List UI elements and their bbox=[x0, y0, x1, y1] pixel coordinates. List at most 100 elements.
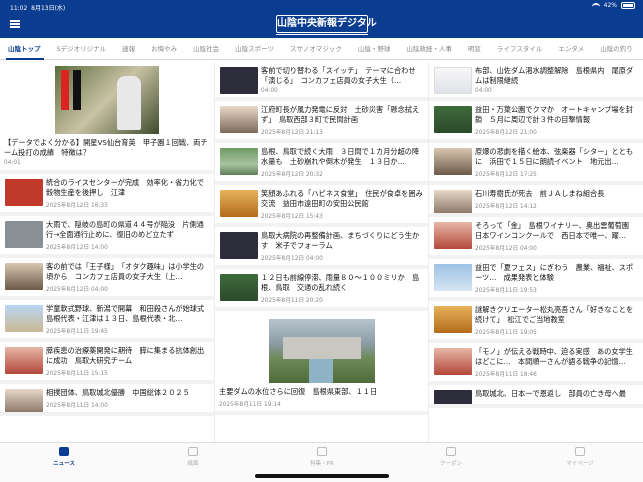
hero-date: 04:01 bbox=[4, 160, 21, 166]
article-title: 「モノ」が伝える戦時中、迫る実感 あの女学生はどこに… 本間順一さんが語る戦争の… bbox=[475, 347, 633, 366]
article-thumbnail bbox=[5, 179, 43, 206]
site-logo[interactable]: 山陰中央新報デジタル bbox=[276, 15, 377, 33]
bottom-tab[interactable]: 紙面 bbox=[163, 447, 223, 467]
category-tabs: 山陰トップ Sデジオリジナル 速報 お悔やみ 山陰社会 山陰スポーツ スサノオマジック 山陰・… bbox=[0, 38, 643, 60]
category-tab[interactable]: 山陰の釣り bbox=[592, 38, 641, 59]
bottom-tab[interactable]: 特集・PR bbox=[292, 447, 352, 467]
article-title: １２日も前線停滞、雨量８０～１００ミリか 島根、鳥取 交通の乱れ続く bbox=[261, 273, 420, 292]
article-thumbnail bbox=[434, 222, 472, 249]
article-item[interactable]: 客の前では「王子様」 「オタク趣味」は小学生の頃から コンカフェ店員の女子大生（… bbox=[0, 258, 214, 300]
article-item[interactable]: １２日も前線停滞、雨量８０～１００ミリか 島根、鳥取 交通の乱れ続く 2025年8… bbox=[215, 269, 428, 311]
bottom-tab[interactable]: ニュース bbox=[34, 447, 94, 467]
status-right: 42% bbox=[591, 2, 635, 9]
article-thumbnail bbox=[434, 390, 472, 404]
article-title: 鳥取大病院の再整備計画、まちづくりにどう生かす 米子でフォーラム bbox=[261, 231, 420, 250]
article-title: 江府町長が風力発電に反対 土砂災害「懸念拭えず」 鳥取西部３町で民間計画 bbox=[261, 105, 420, 124]
article-date: 2025年8月12日 21:13 bbox=[261, 130, 323, 136]
article-thumbnail bbox=[220, 106, 258, 133]
article-item[interactable]: 島根、鳥取で続く大雨 ３日間で１カ月分超の降水量も 土砂崩れや倒木が発生 １３日… bbox=[215, 143, 428, 185]
article-date: 2025年8月11日 19:53 bbox=[475, 288, 537, 294]
tab-icon bbox=[446, 447, 456, 456]
article-item[interactable]: 益田・万葉公園でクマか オートキャンプ場を封鎖 ５月に周辺で計３件の目撃情報 20… bbox=[429, 101, 643, 143]
article-item[interactable]: 原爆の悲劇を描く絵本、弦楽器「シター」とともに 浜田で１５日に朗読イベント 地元… bbox=[429, 143, 643, 185]
bottom-tab[interactable]: クーポン bbox=[421, 447, 481, 467]
news-column-2: 客前で切り替わる「スイッチ」 テーマに合わせ「演じる」 コンカフェ店員の女子大生… bbox=[214, 62, 428, 442]
article-item[interactable]: 江府町長が風力発電に反対 土砂災害「懸念拭えず」 鳥取西部３町で民間計画 2025… bbox=[215, 101, 428, 143]
article-title: 客の前では「王子様」 「オタク趣味」は小学生の頃から コンカフェ店員の女子大生（… bbox=[46, 262, 205, 281]
category-tab[interactable]: 速報 bbox=[114, 38, 143, 59]
tab-label: 紙面 bbox=[187, 461, 199, 467]
bottom-tab[interactable]: マイページ bbox=[550, 447, 610, 467]
article-thumbnail bbox=[220, 148, 258, 175]
article-date: 2025年8月12日 14:00 bbox=[46, 245, 108, 251]
article-item[interactable]: 謎解きクリエーター松丸亮吾さん「好きなことを続けて」 松江でご当地教室 2025年… bbox=[429, 301, 643, 343]
article-title: 石川寿樹氏が死去 前ＪＡしまね組合長 bbox=[475, 189, 605, 198]
article-thumbnail bbox=[5, 221, 43, 248]
article-item[interactable]: 布部、山佐ダム渇水調整解除 島根県内 尾原ダムは制限継続 04:00 bbox=[429, 62, 643, 101]
news-column-3: 布部、山佐ダム渇水調整解除 島根県内 尾原ダムは制限継続 04:00 益田・万葉公園… bbox=[428, 62, 643, 442]
dam-photo bbox=[268, 319, 375, 383]
article-item[interactable]: 石川寿樹氏が死去 前ＪＡしまね組合長 2025年8月12日 14:12 bbox=[429, 185, 643, 217]
tab-icon bbox=[317, 447, 327, 456]
article-title: 客前で切り替わる「スイッチ」 テーマに合わせ「演じる」 コンカフェ店員の女子大生… bbox=[261, 66, 416, 85]
article-date: 2025年8月12日 16:33 bbox=[46, 203, 108, 209]
article-thumbnail bbox=[220, 274, 258, 301]
category-tab[interactable]: 山陰社会 bbox=[185, 38, 227, 59]
hero-article[interactable]: 【データでよく分かる】開星VS仙台育英 甲子園１回戦、両チーム投打の成績 特徴は… bbox=[0, 62, 214, 174]
wifi-icon bbox=[591, 2, 600, 9]
status-bar: 11:02 8月13日(水) 42% bbox=[0, 0, 643, 12]
home-indicator bbox=[255, 474, 389, 478]
article-thumbnail bbox=[220, 190, 258, 217]
article-title: 相撲団体、鳥取城北優勝 中国総体２０２５ bbox=[46, 388, 190, 397]
article-date: 2025年8月11日 20:20 bbox=[261, 298, 323, 304]
article-thumbnail bbox=[5, 263, 43, 290]
category-tab[interactable]: 山陰・野球 bbox=[350, 38, 399, 59]
article-date: 2025年8月11日 14:00 bbox=[46, 403, 108, 409]
article-date: 2025年8月12日 04:00 bbox=[475, 246, 537, 252]
article-thumbnail bbox=[434, 67, 472, 94]
article-item[interactable]: 相撲団体、鳥取城北優勝 中国総体２０２５ 2025年8月11日 14:00 bbox=[0, 384, 214, 416]
category-tab[interactable]: Sデジオリジナル bbox=[49, 38, 115, 59]
menu-icon[interactable] bbox=[10, 20, 20, 28]
category-tab[interactable]: 山陰政経・人事 bbox=[398, 38, 460, 59]
article-item[interactable]: 統合のライスセンターが完成 効率化・省力化で穀物生産を後押し 江津 2025年8月… bbox=[0, 174, 214, 216]
article-item[interactable]: そろって「金」 島根ワイナリー、奥出雲葡萄園 日本ワインコンクールで 西日本で唯… bbox=[429, 217, 643, 259]
article-item[interactable]: 鳥取城北、日本一で恩返し 部員の亡き母へ最 bbox=[429, 385, 643, 408]
article-thumbnail bbox=[434, 190, 472, 213]
article-item[interactable]: 笑顔あふれる「ハピネス食堂」 住民が食卓を囲み交流 益田市遠田町の安田公民館 20… bbox=[215, 185, 428, 227]
category-tab[interactable]: 山陰トップ bbox=[0, 38, 49, 59]
article-item[interactable]: 学童軟式野球、新潟で開幕 和田殺さんが始球式 島根代表・江津は１３日、島根代表・… bbox=[0, 300, 214, 342]
article-thumbnail bbox=[434, 264, 472, 291]
article-date: 2025年8月12日 21:00 bbox=[475, 130, 537, 136]
article-title: 学童軟式野球、新潟で開幕 和田殺さんが始球式 島根代表・江津は１３日、島根代表・… bbox=[46, 304, 210, 323]
article-item[interactable]: 客前で切り替わる「スイッチ」 テーマに合わせ「演じる」 コンカフェ店員の女子大生… bbox=[215, 62, 428, 101]
hero-image bbox=[55, 66, 159, 134]
category-tab[interactable]: お悔やみ bbox=[143, 38, 185, 59]
app-header: 11:02 8月13日(水) 42% 山陰中央新報デジタル bbox=[0, 0, 643, 38]
article-title: そろって「金」 島根ワイナリー、奥出雲葡萄園 日本ワインコンクールで 西日本で唯… bbox=[475, 221, 637, 240]
article-date: 04:00 bbox=[261, 88, 278, 94]
article-title: 膵疾患の治療薬開発に期待 膵に集まる抗体創出に成功 鳥取大研究チーム bbox=[46, 346, 205, 365]
category-tab[interactable]: エンタメ bbox=[550, 38, 592, 59]
article-item[interactable]: 「モノ」が伝える戦時中、迫る実感 あの女学生はどこに… 本間順一さんが語る戦争の… bbox=[429, 343, 643, 385]
article-thumbnail bbox=[5, 305, 43, 332]
article-item[interactable]: 大雨で、隠岐の島町の県道４４号が陥没 片側通行→全面通行止めに、復旧のめど立たず… bbox=[0, 216, 214, 258]
status-time: 11:02 8月13日(水) bbox=[10, 5, 66, 12]
article-item[interactable]: 益田で「夏フェス」にぎわう 農業、福祉、スポーツ… 成果発表と体験 2025年8月… bbox=[429, 259, 643, 301]
category-tab[interactable]: スサノオマジック bbox=[282, 38, 350, 59]
article-title: 笑顔あふれる「ハピネス食堂」 住民が食卓を囲み交流 益田市遠田町の安田公民館 bbox=[261, 189, 423, 208]
article-date: 2025年8月12日 20:32 bbox=[261, 172, 323, 178]
category-tab[interactable]: ライフスタイル bbox=[489, 38, 551, 59]
feature-article[interactable]: 主要ダムの水位さらに回復 島根県東部、１１日 2025年8月11日 19:14 bbox=[215, 311, 428, 415]
article-title: 島根、鳥取で続く大雨 ３日間で１カ月分超の降水量も 土砂崩れや倒木が発生 １３日… bbox=[261, 147, 420, 166]
article-thumbnail bbox=[220, 232, 258, 259]
battery-percent: 42% bbox=[603, 2, 617, 9]
article-item[interactable]: 鳥取大病院の再整備計画、まちづくりにどう生かす 米子でフォーラム 2025年8月1… bbox=[215, 227, 428, 269]
article-date: 2025年8月11日 15:15 bbox=[46, 371, 108, 377]
article-item[interactable]: 膵疾患の治療薬開発に期待 膵に集まる抗体創出に成功 鳥取大研究チーム 2025年8… bbox=[0, 342, 214, 384]
tab-icon bbox=[188, 447, 198, 456]
category-tab[interactable]: 明窓 bbox=[460, 38, 489, 59]
tab-label: ニュース bbox=[53, 461, 75, 467]
article-thumbnail bbox=[434, 348, 472, 375]
category-tab[interactable]: 山陰スポーツ bbox=[227, 38, 282, 59]
